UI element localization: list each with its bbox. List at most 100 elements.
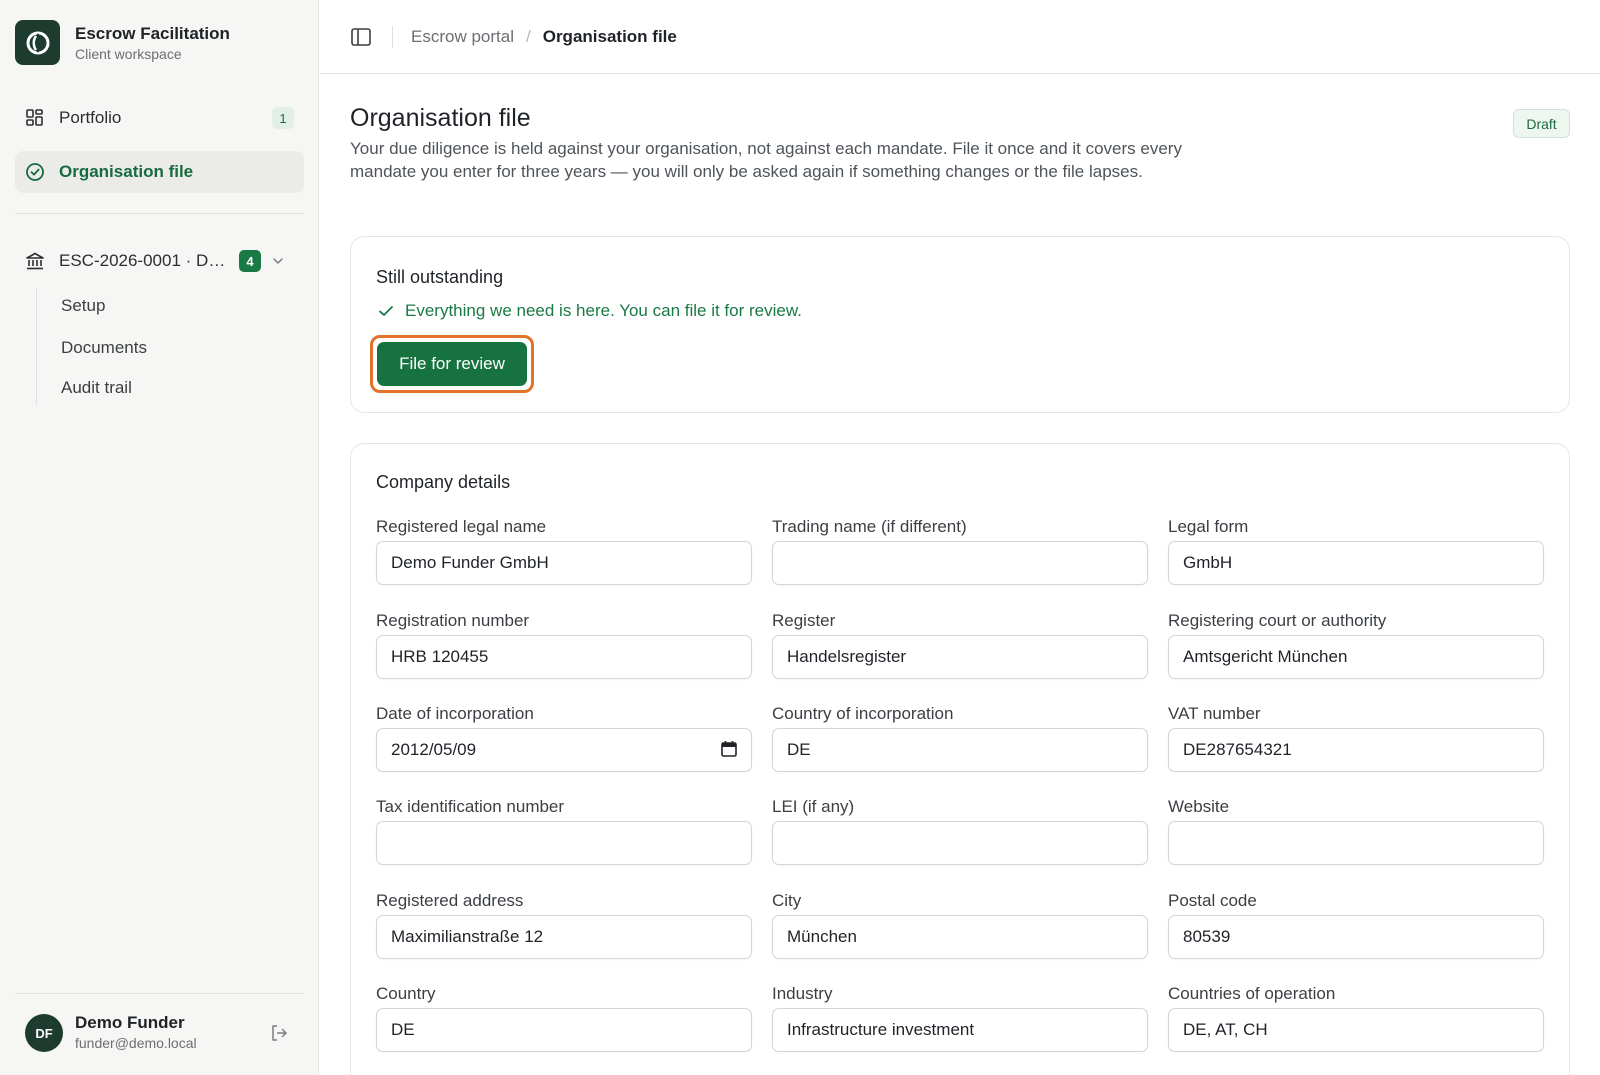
- registration-number-label: Registration number: [376, 611, 530, 630]
- mandate-subnav: Setup Documents Audit trail: [36, 288, 296, 405]
- registered-address-label: Registered address: [376, 891, 524, 910]
- sidebar-item-label: Portfolio: [59, 108, 122, 127]
- check-circle-icon: [25, 162, 45, 182]
- check-icon: [377, 302, 395, 320]
- date-of-incorporation-input[interactable]: 2012/05/09: [376, 728, 752, 772]
- postal-code-field: Postal code 80539: [1168, 890, 1544, 959]
- registering-court-label: Registering court or authority: [1168, 611, 1387, 630]
- user-area: DF Demo Funder funder@demo.local: [15, 993, 304, 1075]
- registering-court-input[interactable]: Amtsgericht München: [1168, 635, 1544, 679]
- sidebar-item-label: Organisation file: [59, 162, 194, 181]
- subnav-item-setup[interactable]: Setup: [61, 296, 105, 316]
- city-input[interactable]: München: [772, 915, 1148, 959]
- outstanding-title: Still outstanding: [376, 267, 504, 287]
- subnav-item-audit-trail[interactable]: Audit trail: [61, 378, 132, 398]
- registration-number-field: Registration number HRB 120455: [376, 610, 752, 679]
- register-label: Register: [772, 611, 836, 630]
- register-field: Register Handelsregister: [772, 610, 1148, 679]
- brand: Escrow Facilitation Client workspace: [15, 20, 230, 65]
- website-field: Website: [1168, 796, 1544, 865]
- user-email: funder@demo.local: [75, 1035, 197, 1051]
- country-of-incorporation-input[interactable]: DE: [772, 728, 1148, 772]
- date-of-incorporation-field: Date of incorporation 2012/05/09: [376, 703, 752, 772]
- brand-title: Escrow Facilitation: [75, 23, 230, 43]
- registering-court-field: Registering court or authority Amtsgerich…: [1168, 610, 1544, 679]
- breadcrumb-current: Organisation file: [542, 27, 677, 46]
- mandate-count-badge: 4: [239, 250, 261, 272]
- breadcrumb-escrow-portal[interactable]: Escrow portal: [411, 27, 514, 47]
- registered-address-input[interactable]: Maximilianstraße 12: [376, 915, 752, 959]
- website-input[interactable]: [1168, 821, 1544, 865]
- company-details-card: Company details Registered legal name Dem…: [350, 443, 1570, 1075]
- file-for-review-focus-ring: File for review: [370, 335, 534, 393]
- tax-identification-number-input[interactable]: [376, 821, 752, 865]
- status-badge: Draft: [1513, 109, 1570, 138]
- calendar-icon[interactable]: [720, 740, 738, 758]
- topbar-separator: [392, 26, 393, 48]
- legal-form-field: Legal form GmbH: [1168, 516, 1544, 585]
- country-input[interactable]: DE: [376, 1008, 752, 1052]
- topbar: Escrow portal / Organisation file: [320, 0, 1600, 74]
- industry-label: Industry: [772, 984, 833, 1003]
- country-of-incorporation-field: Country of incorporation DE: [772, 703, 1148, 772]
- city-label: City: [772, 891, 802, 910]
- date-of-incorporation-label: Date of incorporation: [376, 704, 534, 723]
- outstanding-card: Still outstanding Everything we need is …: [350, 236, 1570, 413]
- industry-field: Industry Infrastructure investment: [772, 983, 1148, 1052]
- user-name: Demo Funder: [75, 1013, 185, 1032]
- lei-input[interactable]: [772, 821, 1148, 865]
- outstanding-message-text: Everything we need is here. You can file…: [405, 301, 802, 320]
- outstanding-message: Everything we need is here. You can file…: [377, 301, 802, 321]
- trading-name-input[interactable]: [772, 541, 1148, 585]
- sidebar-divider: [15, 213, 304, 214]
- trading-name-label: Trading name (if different): [772, 517, 967, 536]
- countries-of-operation-label: Countries of operation: [1168, 984, 1336, 1003]
- sidebar-toggle-icon[interactable]: [350, 26, 372, 48]
- postal-code-label: Postal code: [1168, 891, 1257, 910]
- website-label: Website: [1168, 797, 1230, 816]
- lei-field: LEI (if any): [772, 796, 1148, 865]
- countries-of-operation-input[interactable]: DE, AT, CH: [1168, 1008, 1544, 1052]
- grid-icon: [25, 108, 45, 128]
- legal-form-input[interactable]: GmbH: [1168, 541, 1544, 585]
- chevron-down-icon[interactable]: [271, 254, 285, 268]
- logout-icon[interactable]: [268, 1022, 290, 1044]
- bank-icon: [25, 251, 45, 271]
- sidebar-item-organisation-file[interactable]: Organisation file: [15, 151, 304, 193]
- postal-code-input[interactable]: 80539: [1168, 915, 1544, 959]
- register-input[interactable]: Handelsregister: [772, 635, 1148, 679]
- registered-legal-name-field: Registered legal name Demo Funder GmbH: [376, 516, 752, 585]
- sidebar-item-mandate[interactable]: ESC-2026-0001 · Demo 4: [15, 240, 304, 282]
- brand-logo: [15, 20, 60, 65]
- sidebar-item-portfolio[interactable]: Portfolio 1: [15, 97, 304, 139]
- subnav-item-documents[interactable]: Documents: [61, 338, 147, 358]
- portfolio-count-badge: 1: [272, 107, 294, 129]
- breadcrumb: Escrow portal / Organisation file: [411, 27, 677, 47]
- tax-identification-number-label: Tax identification number: [376, 797, 565, 816]
- file-for-review-button[interactable]: File for review: [377, 342, 527, 386]
- vat-number-input[interactable]: DE287654321: [1168, 728, 1544, 772]
- registered-legal-name-input[interactable]: Demo Funder GmbH: [376, 541, 752, 585]
- countries-of-operation-field: Countries of operation DE, AT, CH: [1168, 983, 1544, 1052]
- breadcrumb-separator: /: [525, 27, 531, 46]
- industry-input[interactable]: Infrastructure investment: [772, 1008, 1148, 1052]
- mandate-label: ESC-2026-0001 · Demo: [59, 251, 231, 270]
- registered-address-field: Registered address Maximilianstraße 12: [376, 890, 752, 959]
- avatar: DF: [25, 1014, 63, 1052]
- legal-form-label: Legal form: [1168, 517, 1249, 536]
- brand-subtitle: Client workspace: [75, 45, 182, 62]
- company-details-title: Company details: [376, 472, 511, 492]
- country-label: Country: [376, 984, 436, 1003]
- registration-number-input[interactable]: HRB 120455: [376, 635, 752, 679]
- country-of-incorporation-label: Country of incorporation: [772, 704, 954, 723]
- registered-legal-name-label: Registered legal name: [376, 517, 547, 536]
- country-field: Country DE: [376, 983, 752, 1052]
- sidebar: Escrow Facilitation Client workspace Por…: [0, 0, 319, 1075]
- lei-label: LEI (if any): [772, 797, 855, 816]
- tax-identification-number-field: Tax identification number: [376, 796, 752, 865]
- vat-number-field: VAT number DE287654321: [1168, 703, 1544, 772]
- trading-name-field: Trading name (if different): [772, 516, 1148, 585]
- vat-number-label: VAT number: [1168, 704, 1261, 723]
- logo-icon: [26, 31, 49, 54]
- city-field: City München: [772, 890, 1148, 959]
